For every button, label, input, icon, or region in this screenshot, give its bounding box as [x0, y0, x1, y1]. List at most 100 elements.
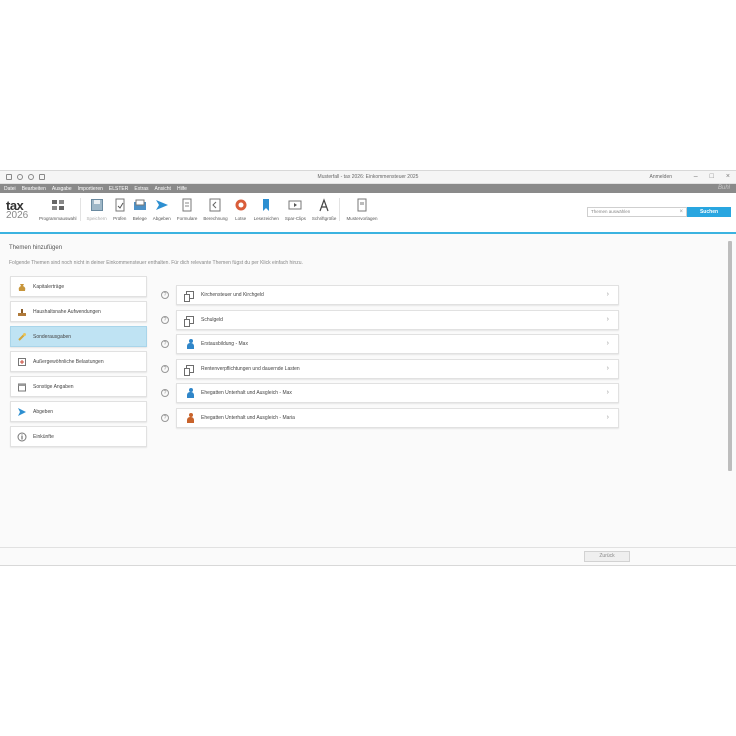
category-haushaltsnahe-aufwendungen[interactable]: Haushaltsnahe Aufwendungen — [10, 301, 147, 322]
chevron-right-icon: › — [606, 389, 609, 397]
formulare-button[interactable]: Formulare — [174, 198, 201, 221]
household-icon — [17, 307, 27, 317]
template-icon — [355, 198, 369, 212]
receipt-icon — [133, 198, 147, 212]
burden-icon — [17, 357, 27, 367]
grid-icon — [51, 198, 65, 212]
category-einkuenfte[interactable]: Einkünfte — [10, 426, 147, 447]
abgeben-button[interactable]: Abgeben — [150, 198, 174, 221]
category-sonstige-angaben[interactable]: Sonstige Angaben — [10, 376, 147, 397]
page-title: Themen hinzufügen — [9, 245, 63, 251]
info-icon — [17, 432, 27, 442]
check-doc-icon — [113, 198, 127, 212]
help-icon[interactable]: ? — [161, 315, 169, 324]
topic-rentenverpflichtungen[interactable]: Rentenverpflichtungen und dauernde Laste… — [176, 358, 619, 379]
chevron-right-icon: › — [606, 364, 609, 372]
send-icon — [17, 407, 27, 417]
topic-list: ? Kirchensteuer und Kirchgeld › ? Schulg… — [161, 285, 619, 433]
brand-logo: Buhl — [717, 185, 730, 191]
menu-bar: Datei Bearbeiten Ausgabe Importieren ELS… — [0, 184, 736, 193]
help-icon[interactable]: ? — [161, 389, 169, 398]
main-content: Themen hinzufügen Folgende Themen sind n… — [0, 235, 736, 547]
chevron-right-icon: › — [606, 413, 609, 421]
search-button[interactable]: Suchen — [687, 207, 731, 217]
category-list: Kapitalerträge Haushaltsnahe Aufwendunge… — [10, 276, 147, 451]
topic-erstausbildung-max[interactable]: Erstausbildung - Max › — [176, 334, 619, 355]
schriftgroesse-button[interactable]: Schriftgröße — [309, 198, 341, 221]
search-input[interactable]: Themen auswählen × — [587, 207, 687, 217]
window-controls: – □ × — [694, 173, 730, 180]
topic-schulgeld[interactable]: Schulgeld › — [176, 309, 619, 330]
video-icon — [288, 198, 302, 212]
send-icon — [155, 198, 169, 212]
programmauswahl-button[interactable]: Programmauswahl — [36, 198, 81, 221]
app-window: Musterfall - tax 2026: Einkommensteuer 2… — [0, 170, 736, 566]
money-bag-icon — [17, 282, 27, 292]
chevron-right-icon: › — [606, 315, 609, 323]
help-icon[interactable]: ? — [161, 291, 169, 299]
list-item: ? Ehegatten Unterhalt und Ausgleich - Ma… — [161, 407, 619, 428]
documents-icon — [184, 290, 195, 302]
menu-ausgabe[interactable]: Ausgabe — [52, 186, 72, 192]
window-title: Musterfall - tax 2026: Einkommensteuer 2… — [317, 174, 419, 180]
list-item: ? Erstausbildung - Max › — [161, 334, 619, 355]
help-icon[interactable]: ? — [161, 413, 169, 422]
spar-clips-button[interactable]: Spar-Clips — [282, 198, 309, 221]
berechnung-button[interactable]: Berechnung — [200, 198, 230, 221]
person-male-icon — [185, 388, 195, 399]
topic-search: Themen auswählen × Suchen — [587, 207, 731, 217]
category-aussergewoehnliche-belastungen[interactable]: Außergewöhnliche Belastungen — [10, 351, 147, 372]
help-icon[interactable]: ? — [161, 364, 169, 373]
clear-search-icon[interactable]: × — [679, 208, 683, 216]
calculator-icon — [208, 198, 222, 212]
list-item: ? Rentenverpflichtungen und dauernde Las… — [161, 358, 619, 379]
app-logo: tax 2026 — [0, 193, 36, 221]
vertical-scrollbar[interactable] — [728, 241, 732, 471]
list-item: ? Kirchensteuer und Kirchgeld › — [161, 285, 619, 305]
menu-ansicht[interactable]: Ansicht — [155, 186, 171, 192]
chevron-right-icon: › — [606, 291, 609, 298]
belege-button[interactable]: Belege — [130, 198, 150, 221]
lifebuoy-icon — [234, 198, 248, 212]
person-female-icon — [185, 412, 195, 423]
special-expenses-icon — [17, 332, 27, 342]
toolbar-buttons: Programmauswahl Speichern Prüfen Belege — [36, 193, 380, 221]
topic-ehegatten-unterhalt-maria[interactable]: Ehegatten Unterhalt und Ausgleich - Mari… — [176, 407, 619, 428]
maximize-button[interactable]: □ — [710, 173, 714, 180]
pruefen-button[interactable]: Prüfen — [110, 198, 130, 221]
mustervorlagen-button[interactable]: Mustervorlagen — [343, 198, 380, 221]
page-hint: Folgende Themen sind noch nicht in deine… — [9, 260, 303, 266]
person-male-icon — [185, 339, 195, 350]
logo-year: 2026 — [6, 210, 29, 221]
topic-kirchensteuer[interactable]: Kirchensteuer und Kirchgeld › — [176, 285, 619, 305]
menu-elster[interactable]: ELSTER — [109, 186, 128, 192]
lesezeichen-button[interactable]: Lesezeichen — [251, 198, 282, 221]
footer-bar: Zurück — [0, 547, 736, 565]
font-size-icon — [317, 198, 331, 212]
menu-extras[interactable]: Extras — [134, 186, 148, 192]
category-kapitalertraege[interactable]: Kapitalerträge — [10, 276, 147, 297]
category-abgeben[interactable]: Abgeben — [10, 401, 147, 422]
documents-icon — [184, 364, 195, 376]
login-link[interactable]: Anmelden — [649, 174, 672, 180]
list-item: ? Ehegatten Unterhalt und Ausgleich - Ma… — [161, 383, 619, 404]
lotse-button[interactable]: Lotse — [231, 198, 251, 221]
bookmark-icon — [259, 198, 273, 212]
menu-importieren[interactable]: Importieren — [78, 186, 103, 192]
minimize-button[interactable]: – — [694, 173, 698, 180]
list-item: ? Schulgeld › — [161, 309, 619, 330]
form-icon — [180, 198, 194, 212]
chevron-right-icon: › — [606, 340, 609, 348]
topic-ehegatten-unterhalt-max[interactable]: Ehegatten Unterhalt und Ausgleich - Max … — [176, 383, 619, 404]
menu-bearbeiten[interactable]: Bearbeiten — [22, 186, 46, 192]
category-sonderausgaben[interactable]: Sonderausgaben — [10, 326, 147, 347]
back-button[interactable]: Zurück — [584, 551, 630, 562]
title-bar: Musterfall - tax 2026: Einkommensteuer 2… — [0, 171, 736, 184]
help-icon[interactable]: ? — [161, 340, 169, 349]
menu-hilfe[interactable]: Hilfe — [177, 186, 187, 192]
close-button[interactable]: × — [726, 173, 730, 180]
save-icon — [90, 198, 104, 212]
ribbon-toolbar: tax 2026 Programmauswahl Speichern Prüfe… — [0, 193, 736, 234]
speichern-button[interactable]: Speichern — [84, 198, 110, 221]
menu-datei[interactable]: Datei — [4, 186, 16, 192]
